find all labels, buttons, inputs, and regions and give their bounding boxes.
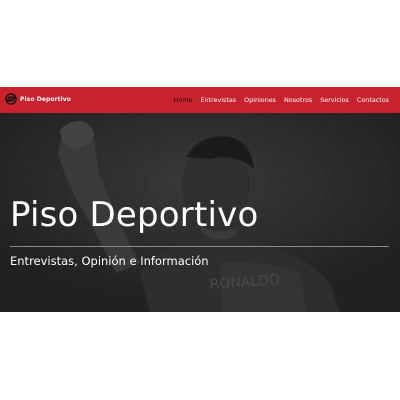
nav-nosotros[interactable]: Nosotros xyxy=(284,96,312,104)
nav-entrevistas[interactable]: Entrevistas xyxy=(200,96,236,104)
brand-link[interactable]: Piso Deportivo xyxy=(5,93,71,105)
nav-home[interactable]: Home xyxy=(174,96,193,104)
hero-section: RONALDO Piso Deportivo Entrevistas, Opin… xyxy=(0,113,400,312)
website: Piso Deportivo Home Entrevistas Opinione… xyxy=(0,87,400,312)
hero-title: Piso Deportivo xyxy=(10,195,259,235)
nav-servicios[interactable]: Servicios xyxy=(320,96,349,104)
hero-subtitle: Entrevistas, Opinión e Información xyxy=(10,254,209,268)
screenshot-canvas: Piso Deportivo Home Entrevistas Opinione… xyxy=(0,0,400,400)
nav-opiniones[interactable]: Opiniones xyxy=(244,96,276,104)
brand-name: Piso Deportivo xyxy=(20,95,72,103)
hero-divider xyxy=(10,246,389,247)
brand-logo-icon xyxy=(5,93,17,105)
nav-contactos[interactable]: Contactos xyxy=(357,96,389,104)
navbar: Piso Deportivo Home Entrevistas Opinione… xyxy=(0,87,400,113)
main-nav: Home Entrevistas Opiniones Nosotros Serv… xyxy=(174,87,389,113)
